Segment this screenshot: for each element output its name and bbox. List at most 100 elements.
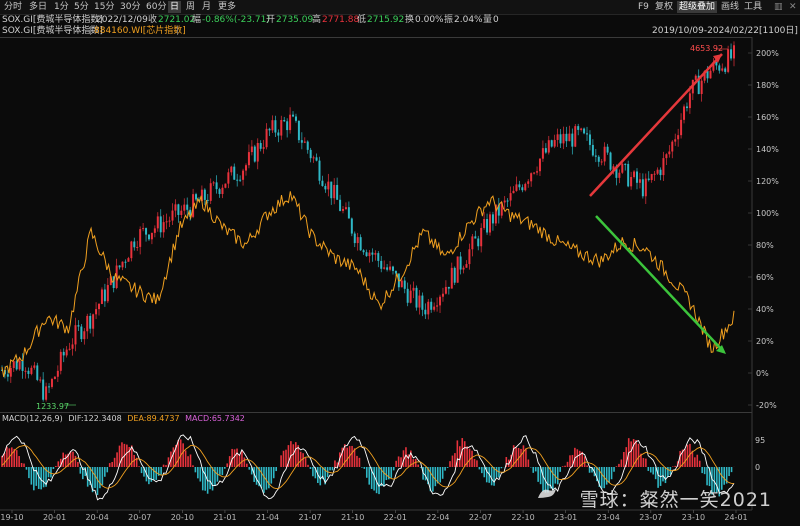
candle-body (315, 157, 318, 161)
candle-body (268, 128, 271, 131)
macd-tick-0: 0 (755, 463, 760, 472)
candle-body (159, 216, 162, 233)
candle-body (306, 141, 309, 150)
macd-value: 65.7342 (211, 414, 245, 423)
candle-body (74, 325, 77, 345)
y-tick-label: 20% (756, 337, 774, 346)
candle-body (247, 152, 250, 166)
candle-body (371, 252, 374, 255)
candle-body (83, 331, 86, 340)
y-tick-label: 160% (756, 113, 779, 122)
candle-body (374, 253, 377, 255)
candle-body (300, 140, 303, 143)
candle-body (412, 287, 415, 291)
candle-body (427, 301, 430, 315)
candle-body (706, 71, 709, 79)
candle-body (491, 214, 494, 224)
candle-body (600, 161, 603, 163)
candle-body (321, 180, 324, 186)
candle-body (415, 287, 418, 308)
candle-body (688, 93, 691, 109)
candle-body (700, 80, 703, 95)
candle-body (659, 169, 662, 176)
candle-body (685, 106, 688, 109)
candle-body (333, 184, 336, 199)
candle-body (127, 258, 130, 262)
x-tick-label: 21-10 (341, 513, 364, 522)
candle-body (362, 250, 365, 253)
candle-body (71, 344, 74, 349)
candle-body (68, 348, 71, 350)
candle-body (462, 267, 465, 270)
candle-body (480, 227, 483, 247)
candle-body (368, 252, 371, 257)
candle-body (165, 221, 168, 223)
dea-label: DEA: (127, 414, 147, 423)
candle-body (571, 133, 574, 147)
candle-body (509, 193, 512, 201)
candle-body (618, 172, 621, 178)
candle-body (627, 163, 630, 187)
candle-body (515, 184, 518, 191)
candle-body (644, 178, 647, 197)
candle-body (180, 210, 183, 215)
candle-body (250, 146, 253, 153)
candle-body (342, 209, 345, 211)
candle-body (538, 158, 541, 172)
candle-body (430, 301, 433, 310)
candle-body (450, 267, 453, 289)
candle-body (694, 75, 697, 80)
candle-body (98, 303, 101, 310)
candle-body (139, 229, 142, 247)
candle-body (253, 146, 256, 162)
candle-body (606, 146, 609, 153)
candle-body (215, 182, 218, 190)
candle-body (433, 306, 436, 310)
candle-body (233, 166, 236, 180)
candle-body (6, 374, 9, 377)
candle-body (18, 360, 21, 370)
x-tick-label: 21-04 (256, 513, 279, 522)
x-tick-label: 21-01 (213, 513, 236, 522)
candle-body (303, 141, 306, 143)
red-trend-arrow (589, 53, 723, 197)
macd-separator (0, 412, 752, 413)
y-tick-label: 180% (756, 81, 779, 90)
candle-body (186, 204, 189, 210)
macd-label: MACD(12,26,9) (2, 414, 63, 423)
candle-body (674, 139, 677, 142)
candle-body (12, 361, 15, 368)
candle-body (350, 218, 353, 234)
candle-body (383, 267, 386, 269)
candle-body (656, 169, 659, 174)
candle-body (641, 179, 644, 197)
candle-body (92, 314, 95, 329)
candle-body (59, 351, 62, 371)
candle-body (562, 133, 565, 144)
x-tick-label: 20-10 (171, 513, 194, 522)
candle-body (183, 204, 186, 211)
candle-body (330, 181, 333, 199)
price-chart[interactable]: 200% 180% 160% 140% 120% 100% 80% 60% 40% 20% 0% -2… (0, 0, 800, 526)
x-tick-label: 22-01 (384, 513, 407, 522)
candle-body (635, 171, 638, 183)
candle-body (318, 160, 321, 181)
x-tick-label: 22-10 (511, 513, 534, 522)
candle-body (730, 49, 733, 59)
candle-body (312, 157, 315, 159)
xueqiu-logo-icon (538, 488, 556, 498)
candle-body (418, 295, 421, 308)
candle-body (441, 293, 444, 297)
x-tick-label: 23-10 (682, 513, 705, 522)
candle-body (156, 216, 159, 229)
candle-body (483, 218, 486, 228)
candle-body (683, 106, 686, 120)
candle-body (721, 68, 724, 71)
candle-body (591, 144, 594, 156)
candle-body (142, 228, 145, 230)
x-tick-label: 23-04 (597, 513, 620, 522)
candle-body (347, 207, 350, 219)
candle-body (647, 178, 650, 181)
candle-body (153, 228, 156, 233)
candle-body (465, 264, 468, 268)
